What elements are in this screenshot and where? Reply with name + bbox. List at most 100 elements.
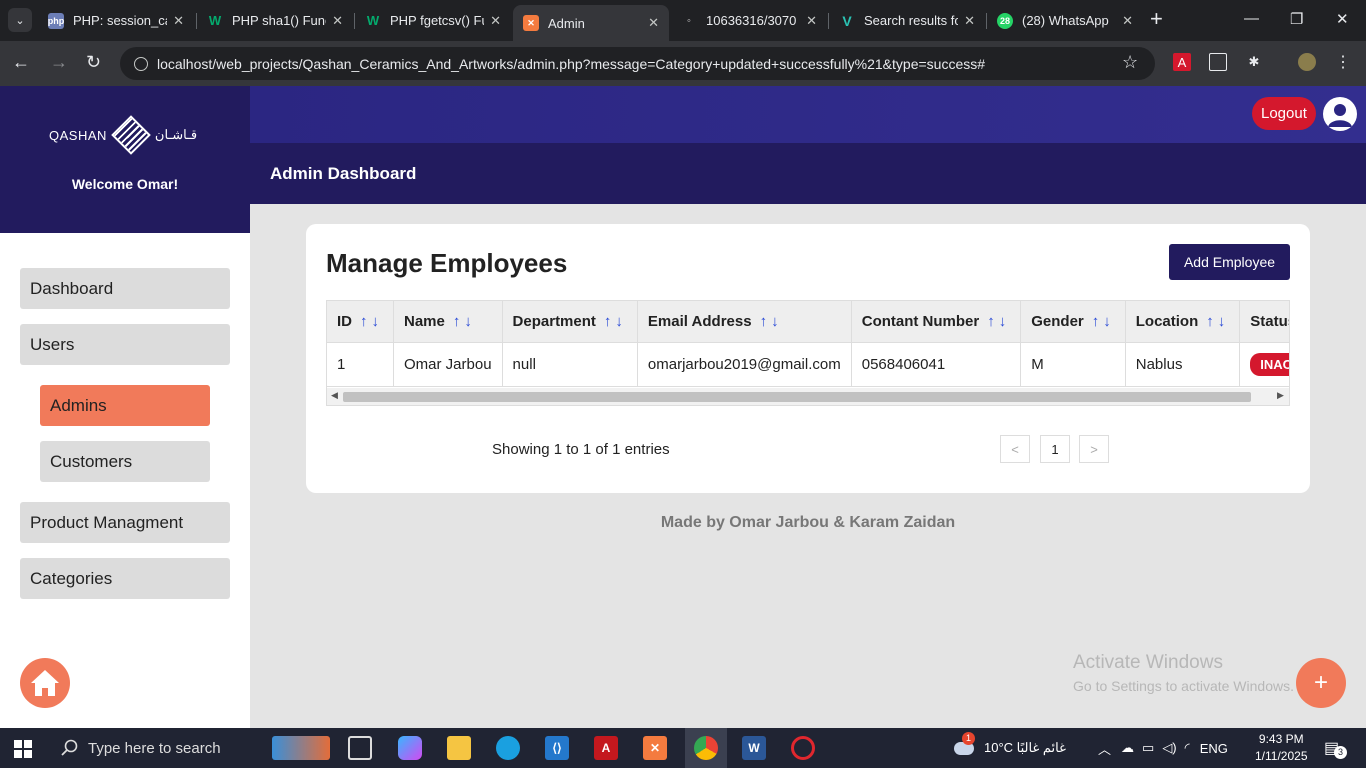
language-indicator[interactable]: ENG xyxy=(1200,741,1228,756)
home-icon xyxy=(31,670,59,696)
browser-tab[interactable]: 28 (28) WhatsApp ✕ xyxy=(987,5,1143,36)
sidebar-item-dashboard[interactable]: Dashboard xyxy=(20,268,230,309)
horizontal-scrollbar[interactable]: ◀ ▶ xyxy=(327,388,1289,405)
close-icon[interactable]: ✕ xyxy=(648,15,659,31)
close-icon[interactable]: ✕ xyxy=(332,13,343,29)
sort-arrows-icon[interactable]: ↑↓ xyxy=(604,313,627,330)
whatsapp-icon: 28 xyxy=(997,12,1013,29)
media-icon[interactable] xyxy=(1209,53,1227,71)
sort-arrows-icon[interactable]: ↑↓ xyxy=(1092,313,1115,330)
sort-arrows-icon[interactable]: ↑↓ xyxy=(453,313,476,330)
sidebar-item-categories[interactable]: Categories xyxy=(20,558,230,599)
weather-widget[interactable]: 1 10°C غائم غالبًا xyxy=(950,728,1066,768)
notification-center[interactable]: ▤ 3 xyxy=(1324,728,1347,768)
xampp-taskbar-icon[interactable]: ✕ xyxy=(643,736,667,760)
scroll-left-icon[interactable]: ◀ xyxy=(331,390,338,401)
pagination-page-button[interactable]: 1 xyxy=(1040,435,1070,463)
tab-search-chevron-icon[interactable]: ⌄ xyxy=(8,8,32,32)
column-header-status[interactable]: Status↑↓ xyxy=(1239,301,1289,343)
table-row[interactable]: 1 Omar Jarbou null omarjarbou2019@gmail.… xyxy=(327,342,1289,387)
sort-arrows-icon[interactable]: ↑↓ xyxy=(360,313,383,330)
column-header-gender[interactable]: Gender ↑↓ xyxy=(1020,301,1126,343)
opera-icon[interactable] xyxy=(791,736,815,760)
new-tab-icon[interactable]: + xyxy=(1150,8,1163,30)
add-floating-button[interactable]: + xyxy=(1296,658,1346,708)
cell-id: 1 xyxy=(327,342,394,387)
sort-arrows-icon[interactable]: ↑↓ xyxy=(760,313,783,330)
page-title: Admin Dashboard xyxy=(270,164,417,183)
close-icon[interactable]: ✕ xyxy=(964,13,975,29)
search-highlight-icon[interactable] xyxy=(272,736,330,760)
battery-icon[interactable]: ▭ xyxy=(1142,740,1154,756)
activation-watermark: Activate Windows Go to Settings to activ… xyxy=(1073,652,1294,694)
browser-tab[interactable]: V Search results fo ✕ xyxy=(829,5,985,36)
pdf-extension-icon[interactable]: A xyxy=(1173,53,1191,71)
close-icon[interactable]: ✕ xyxy=(490,13,501,29)
sort-arrows-icon[interactable]: ↑↓ xyxy=(1206,313,1229,330)
onedrive-icon[interactable]: ☁ xyxy=(1121,740,1134,756)
logout-button[interactable]: Logout xyxy=(1252,97,1316,130)
sidebar-item-customers[interactable]: Customers xyxy=(40,441,210,482)
xampp-icon: ✕ xyxy=(523,15,539,31)
column-header-location[interactable]: Location ↑↓ xyxy=(1125,301,1241,343)
site-info-icon[interactable] xyxy=(134,56,148,71)
show-hidden-icons-icon[interactable]: ︿ xyxy=(1098,739,1111,758)
bookmark-star-icon[interactable]: ☆ xyxy=(1122,52,1138,73)
column-header-contact-number[interactable]: Contant Number ↑↓ xyxy=(851,301,1022,343)
w3schools-icon: W xyxy=(366,13,380,28)
task-view-icon[interactable] xyxy=(348,736,372,760)
close-icon[interactable]: ✕ xyxy=(173,13,184,29)
file-explorer-icon[interactable] xyxy=(447,736,471,760)
column-header-id[interactable]: ID ↑↓ xyxy=(327,301,394,343)
column-header-name[interactable]: Name ↑↓ xyxy=(393,301,503,343)
cell-status: INACTIVE xyxy=(1239,342,1289,387)
browser-tab[interactable]: W PHP sha1() Functi ✕ xyxy=(197,5,353,36)
close-icon[interactable]: ✕ xyxy=(806,13,817,29)
volume-icon[interactable]: ◁) xyxy=(1162,740,1176,756)
browser-tab[interactable]: W PHP fgetcsv() Fu ✕ xyxy=(355,5,511,36)
browser-tab[interactable]: php PHP: session_cac ✕ xyxy=(38,5,194,36)
scrollbar-thumb[interactable] xyxy=(343,392,1251,402)
menu-dots-icon[interactable]: ⋮ xyxy=(1334,53,1352,71)
sidebar-item-admins[interactable]: Admins xyxy=(40,385,210,426)
browser-tab-active[interactable]: ✕ Admin ✕ xyxy=(513,5,669,41)
acrobat-icon[interactable]: A xyxy=(594,736,618,760)
word-icon[interactable]: W xyxy=(742,736,766,760)
user-account-icon[interactable] xyxy=(1323,97,1357,131)
sidebar-item-users[interactable]: Users xyxy=(20,324,230,365)
sidebar-item-product-management[interactable]: Product Managment xyxy=(20,502,230,543)
add-employee-button[interactable]: Add Employee xyxy=(1169,244,1290,280)
reload-icon[interactable]: ↻ xyxy=(86,52,101,73)
extensions-icon[interactable]: ✱ xyxy=(1245,53,1263,71)
chrome-taskbar-active[interactable] xyxy=(685,728,727,768)
wifi-icon[interactable]: ◜ xyxy=(1185,740,1190,756)
window-close-icon[interactable]: ✕ xyxy=(1336,10,1349,28)
system-tray: ︿ ☁ ▭ ◁) ◜ ENG xyxy=(1098,728,1228,768)
column-header-email[interactable]: Email Address ↑↓ xyxy=(637,301,852,343)
windows-start-icon[interactable] xyxy=(14,740,32,758)
page-title-bar: Admin Dashboard xyxy=(250,143,1366,204)
pagination-prev-button[interactable]: < xyxy=(1000,435,1030,463)
taskbar-search-box[interactable]: Type here to search xyxy=(49,728,265,768)
browser-tab-bar: ⌄ php PHP: session_cac ✕ W PHP sha1() Fu… xyxy=(0,0,1366,41)
close-icon[interactable]: ✕ xyxy=(1122,13,1133,29)
cell-gender: M xyxy=(1020,342,1126,387)
cell-name: Omar Jarbou xyxy=(393,342,503,387)
column-header-department[interactable]: Department ↑↓ xyxy=(502,301,638,343)
vscode-icon[interactable]: ⟨⟩ xyxy=(545,736,569,760)
edge-icon[interactable] xyxy=(496,736,520,760)
minimize-icon[interactable]: — xyxy=(1244,10,1259,27)
pagination-next-button[interactable]: > xyxy=(1079,435,1109,463)
back-icon[interactable]: ← xyxy=(12,52,30,73)
restore-icon[interactable]: ❐ xyxy=(1290,10,1303,28)
home-button[interactable] xyxy=(20,658,70,708)
scroll-right-icon[interactable]: ▶ xyxy=(1277,390,1284,401)
taskbar-clock[interactable]: 9:43 PM 1/11/2025 xyxy=(1255,731,1308,765)
browser-tab[interactable]: ◦ 10636316/3070 ✕ xyxy=(671,5,827,36)
address-bar[interactable]: localhost/web_projects/Qashan_Ceramics_A… xyxy=(120,47,1155,80)
sort-arrows-icon[interactable]: ↑↓ xyxy=(987,313,1010,330)
forward-icon[interactable]: → xyxy=(50,52,68,73)
profile-avatar[interactable] xyxy=(1298,53,1316,71)
status-badge[interactable]: INACTIVE xyxy=(1250,352,1289,376)
copilot-icon[interactable] xyxy=(398,736,422,760)
